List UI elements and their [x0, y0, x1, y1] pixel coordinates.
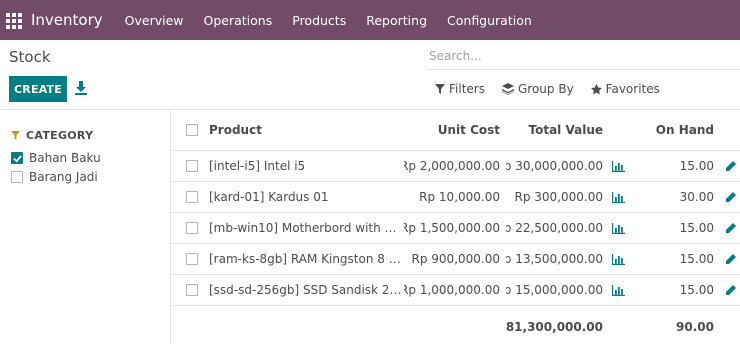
column-unit-cost[interactable]: Unit Cost — [404, 110, 500, 150]
create-button[interactable]: CREATE — [9, 76, 67, 102]
product-name: [kard-01] Kardus 01 — [209, 190, 329, 204]
category-header: CATEGORY — [11, 129, 93, 142]
filters-button[interactable]: Filters — [435, 82, 485, 96]
app-name[interactable]: Inventory — [31, 11, 103, 29]
row-checkbox[interactable] — [186, 253, 198, 265]
unit-cost: Rp 2,000,000.00 — [404, 159, 500, 173]
table-row[interactable]: [intel-i5] Intel i5 Rp 2,000,000.00 Rp 3… — [172, 151, 740, 182]
bar-chart-icon[interactable] — [612, 191, 625, 203]
menu-overview[interactable]: Overview — [125, 13, 184, 28]
row-checkbox[interactable] — [186, 222, 198, 234]
product-name: [ram-ks-8gb] RAM Kingston 8 GB — [209, 252, 402, 266]
unit-cost: Rp 10,000.00 — [419, 190, 500, 204]
table-header: Product Unit Cost Total Value On Hand — [172, 110, 740, 151]
total-value: Rp 15,000,000.00 — [506, 283, 603, 297]
group-by-label: Group By — [517, 82, 574, 96]
on-hand: 15.00 — [679, 252, 714, 266]
layers-icon — [501, 83, 514, 95]
pencil-icon[interactable] — [725, 191, 736, 203]
table-footer: 81,300,000.00 90.00 — [172, 308, 740, 344]
column-total-value[interactable]: Total Value — [506, 110, 603, 150]
filter-icon — [11, 131, 20, 140]
pencil-icon[interactable] — [725, 160, 736, 172]
table-row[interactable]: [kard-01] Kardus 01 Rp 10,000.00 Rp 300,… — [172, 182, 740, 213]
filter-icon — [435, 84, 445, 94]
breadcrumb: Stock — [9, 48, 51, 66]
download-icon[interactable] — [75, 81, 87, 95]
favorites-label: Favorites — [605, 82, 660, 96]
table-row[interactable]: [ssd-sd-256gb] SSD Sandisk 256 GB Rp 1,0… — [172, 275, 740, 306]
category-item-bahan-baku[interactable]: Bahan Baku — [11, 151, 101, 165]
bar-chart-icon[interactable] — [612, 160, 625, 172]
on-hand: 15.00 — [679, 159, 714, 173]
pencil-icon[interactable] — [725, 284, 736, 296]
on-hand: 15.00 — [679, 221, 714, 235]
category-item-label: Bahan Baku — [29, 151, 101, 165]
search-input[interactable] — [427, 43, 740, 69]
bar-chart-icon[interactable] — [612, 284, 625, 296]
menu-operations[interactable]: Operations — [204, 13, 273, 28]
checkbox-checked[interactable] — [11, 152, 23, 164]
on-hand: 15.00 — [679, 283, 714, 297]
checkbox-unchecked[interactable] — [11, 171, 23, 183]
total-value: Rp 300,000.00 — [514, 190, 603, 204]
search-bar — [427, 43, 740, 70]
product-name: [mb-win10] Motherbord with Windows 10 — [209, 221, 402, 235]
table-row[interactable]: [mb-win10] Motherbord with Windows 10 Rp… — [172, 213, 740, 244]
group-by-button[interactable]: Group By — [501, 82, 574, 96]
menu-reporting[interactable]: Reporting — [366, 13, 427, 28]
row-checkbox[interactable] — [186, 191, 198, 203]
unit-cost: Rp 1,000,000.00 — [404, 283, 500, 297]
apps-grid-icon[interactable] — [5, 11, 23, 29]
filters-label: Filters — [449, 82, 485, 96]
product-name: [ssd-sd-256gb] SSD Sandisk 256 GB — [209, 283, 402, 297]
unit-cost: Rp 1,500,000.00 — [404, 221, 500, 235]
total-value: Rp 30,000,000.00 — [506, 159, 603, 173]
unit-cost: Rp 900,000.00 — [411, 252, 500, 266]
category-item-label: Barang Jadi — [29, 170, 98, 184]
total-value-sum: 81,300,000.00 — [506, 320, 603, 334]
pencil-icon[interactable] — [725, 222, 736, 234]
pencil-icon[interactable] — [725, 253, 736, 265]
stock-table: Product Unit Cost Total Value On Hand [i… — [172, 110, 740, 344]
on-hand: 30.00 — [679, 190, 714, 204]
check-icon — [12, 154, 22, 163]
total-value: Rp 22,500,000.00 — [506, 221, 603, 235]
column-product[interactable]: Product — [209, 110, 402, 150]
total-value: Rp 13,500,000.00 — [506, 252, 603, 266]
row-checkbox[interactable] — [186, 284, 198, 296]
category-side-panel: CATEGORY Bahan Baku Barang Jadi — [0, 110, 171, 344]
column-on-hand[interactable]: On Hand — [642, 110, 714, 150]
on-hand-sum: 90.00 — [676, 320, 714, 334]
row-checkbox[interactable] — [186, 160, 198, 172]
star-icon — [590, 83, 602, 94]
category-item-barang-jadi[interactable]: Barang Jadi — [11, 170, 98, 184]
bar-chart-icon[interactable] — [612, 253, 625, 265]
search-options: Filters Group By Favorites — [435, 82, 677, 96]
menu-configuration[interactable]: Configuration — [447, 13, 532, 28]
top-navbar: Inventory Overview Operations Products R… — [0, 0, 740, 40]
menu-products[interactable]: Products — [292, 13, 346, 28]
favorites-button[interactable]: Favorites — [590, 82, 660, 96]
table-row[interactable]: [ram-ks-8gb] RAM Kingston 8 GB Rp 900,00… — [172, 244, 740, 275]
category-header-label: CATEGORY — [26, 129, 94, 142]
product-name: [intel-i5] Intel i5 — [209, 159, 306, 173]
select-all-checkbox[interactable] — [186, 124, 198, 136]
bar-chart-icon[interactable] — [612, 222, 625, 234]
